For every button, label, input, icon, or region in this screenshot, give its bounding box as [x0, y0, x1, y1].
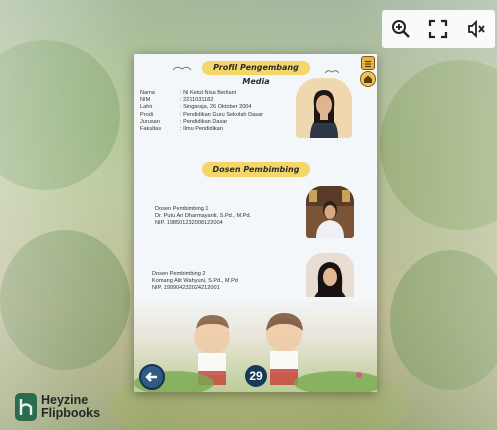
developer-photo: [296, 78, 352, 138]
info-key: Lahir: [140, 104, 153, 111]
info-key: Nama: [140, 90, 155, 96]
home-icon[interactable]: [360, 71, 376, 87]
logo-line-2: Flipbooks: [41, 406, 101, 420]
info-value: : 2211031182: [180, 97, 214, 104]
bird-decoration: [324, 70, 340, 74]
info-value: : Ilmu Pendidikan: [180, 126, 223, 133]
advisor2-info: Dosen Pembimbing 2 Komang Alit Wahyuni, …: [152, 271, 302, 293]
advisor1-photo: [306, 186, 354, 238]
advisor1-name: Dr. Putu Ari Dharmayanti, S.Pd., M.Pd.: [155, 213, 252, 220]
menu-icon[interactable]: [361, 56, 375, 70]
page-number-badge[interactable]: 29: [245, 365, 267, 387]
info-value: : Singaraja, 26 Oktober 2004: [180, 104, 252, 111]
advisor2-name: Komang Alit Wahyuni, S.Pd., M.Pd: [152, 278, 238, 285]
flipbook-page: Profil Pengembang Media Nama : Ni Ketut N…: [134, 54, 377, 392]
info-row: Jurusan : Pendidikan Dasar: [140, 119, 290, 126]
developer-info: Nama : Ni Ketut Nisa Berliani NIM : 221103…: [140, 90, 290, 133]
advisor2-role: Dosen Pembimbing 2: [152, 271, 206, 277]
info-value: : Ni Ketut Nisa Berliani: [180, 90, 236, 96]
zoom-in-icon[interactable]: [388, 16, 414, 42]
advisor2-nip: NIP. 199904232024212001: [152, 285, 220, 292]
info-key: Fakultas: [140, 126, 162, 133]
info-key: NIM: [140, 97, 151, 104]
info-row: Nama : Ni Ketut Nisa Berliani: [140, 90, 290, 97]
info-row: Lahir : Singaraja, 26 Oktober 2004: [140, 104, 290, 111]
speaker-muted-icon[interactable]: [463, 16, 489, 42]
profile-title-banner: Profil Pengembang Media: [202, 61, 310, 86]
info-row: NIM : 2211031182: [140, 97, 290, 104]
advisor1-nip: NIP. 198501232008122004: [155, 220, 223, 227]
info-value: : Pendidikan Dasar: [180, 118, 228, 125]
advisors-title: Dosen Pembimbing: [212, 165, 300, 174]
advisors-title-banner: Dosen Pembimbing: [202, 162, 310, 177]
heyzine-logo[interactable]: Heyzine Flipbooks: [15, 393, 100, 421]
info-key: Prodi: [140, 111, 154, 118]
profile-title: Profil Pengembang Media: [213, 63, 299, 86]
info-row: Fakultas : Ilmu Pendidikan: [140, 126, 290, 133]
info-key: Jurusan: [140, 118, 160, 125]
info-value: : Pendidikan Guru Sekolah Dasar: [180, 111, 264, 118]
advisor1-role: Dosen Pembimbing 1: [155, 206, 209, 212]
advisor1-info: Dosen Pembimbing 1 Dr. Putu Ari Dharmaya…: [155, 206, 305, 228]
viewer-toolbar: [382, 10, 495, 48]
info-row: Prodi : Pendidikan Guru Sekolah Dasar: [140, 112, 290, 119]
back-arrow-button[interactable]: [139, 364, 165, 390]
bird-decoration: [172, 66, 192, 71]
heyzine-logo-text: Heyzine Flipbooks: [41, 394, 100, 420]
heyzine-logo-icon: [15, 393, 37, 421]
fullscreen-icon[interactable]: [425, 16, 451, 42]
